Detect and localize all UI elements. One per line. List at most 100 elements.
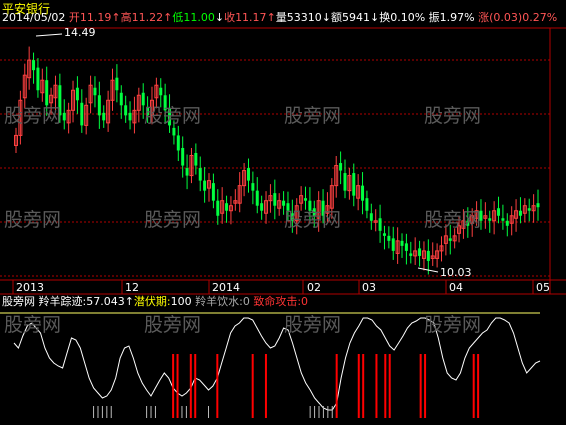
candle-body-down bbox=[203, 180, 207, 191]
watermark: 股旁网 bbox=[424, 209, 482, 231]
watermark: 股旁网 bbox=[144, 105, 202, 127]
low-price-label: 10.03 bbox=[440, 266, 472, 279]
info-bar-segment: ↑ bbox=[266, 11, 276, 24]
candle-body-down bbox=[339, 163, 343, 171]
high-marker-leader bbox=[35, 33, 63, 37]
candle-body-down bbox=[426, 250, 430, 261]
candle-body-down bbox=[119, 92, 123, 106]
candle-body-down bbox=[369, 213, 373, 221]
candle-body-down bbox=[448, 238, 452, 241]
chart-stage: 平安银行 2014/05/02 开11.19↑高11.22↑低11.00↓收11… bbox=[0, 0, 566, 425]
candle-body-down bbox=[176, 135, 180, 151]
info-bar-segment: ↓ bbox=[214, 11, 225, 24]
candle-body-down bbox=[497, 208, 501, 216]
candle-body-down bbox=[32, 60, 36, 71]
indicator-bar-segment: 57.043 bbox=[86, 295, 125, 308]
x-tick-2014: 2014 bbox=[212, 281, 240, 294]
info-bar-segment: 换 bbox=[379, 11, 391, 24]
candle-body-down bbox=[387, 235, 391, 241]
info-bar-segment: 额 bbox=[331, 11, 342, 24]
candle-body-down bbox=[128, 112, 132, 121]
indicator-bar-segment: 100 bbox=[170, 295, 192, 308]
candle-body-down bbox=[409, 253, 413, 256]
watermark: 股旁网 bbox=[144, 314, 202, 336]
candle-body-down bbox=[62, 112, 66, 121]
info-bar-segment: 低 bbox=[172, 11, 184, 24]
candle-body-down bbox=[80, 102, 84, 126]
info-bar-segment: 0.10% bbox=[390, 11, 426, 24]
candle-body-down bbox=[93, 87, 97, 96]
watermark: 股旁网 bbox=[284, 105, 342, 127]
info-bar-segment: 1.97% bbox=[439, 11, 475, 24]
candle-body-down bbox=[391, 238, 395, 251]
info-bar-segment: ↑ bbox=[111, 11, 121, 24]
candle-body-down bbox=[400, 240, 404, 246]
candle-body-down bbox=[251, 183, 255, 191]
candle-body-down bbox=[181, 147, 185, 166]
candle-body-down bbox=[343, 173, 347, 191]
x-tick-03: 03 bbox=[362, 281, 376, 294]
x-tick-04: 04 bbox=[449, 281, 463, 294]
price-info-bar: 2014/05/02 开11.19↑高11.22↑低11.00↓收11.17↑量… bbox=[2, 12, 557, 24]
indicator-bar-segment: 致命攻击: bbox=[249, 295, 302, 308]
info-bar-segment: 涨 bbox=[474, 11, 490, 24]
candle-body-down bbox=[185, 168, 189, 176]
candle-body-down bbox=[225, 203, 229, 211]
info-bar-segment: 11.22 bbox=[131, 11, 164, 24]
candle-body-down bbox=[97, 95, 101, 116]
info-bar-segment: 2014/05/02 bbox=[2, 11, 66, 24]
info-bar-segment: 5941 bbox=[342, 11, 370, 24]
candle-body-down bbox=[361, 185, 365, 201]
indicator-bar-segment: 羚羊饮水: bbox=[191, 295, 243, 308]
info-bar-segment: 0.27% bbox=[522, 11, 558, 24]
info-bar-segment: 11.19 bbox=[79, 11, 112, 24]
candle-body-down bbox=[404, 243, 408, 251]
candle-body-down bbox=[211, 183, 215, 201]
candle-body-down bbox=[172, 127, 176, 136]
info-bar-segment: 53310 bbox=[286, 11, 322, 24]
watermark: 股旁网 bbox=[284, 209, 342, 231]
watermark: 股旁网 bbox=[424, 105, 482, 127]
indicator-bar-segment: ↑ bbox=[124, 295, 134, 308]
candle-body-down bbox=[304, 198, 308, 201]
candle-body-down bbox=[115, 77, 119, 91]
candle-body-down bbox=[273, 193, 277, 206]
candle-body-down bbox=[194, 153, 198, 166]
x-tick-2013: 2013 bbox=[16, 281, 44, 294]
candle-body-down bbox=[198, 168, 202, 181]
watermark: 股旁网 bbox=[4, 314, 62, 336]
candle-body-down bbox=[418, 248, 422, 256]
candle-body-down bbox=[518, 210, 522, 216]
candle-body-down bbox=[216, 200, 220, 216]
indicator-bar-segment: 羚羊踪迹: bbox=[35, 295, 87, 308]
info-bar-segment: 高 bbox=[120, 11, 132, 24]
info-bar-segment: ↑ bbox=[163, 11, 173, 24]
info-bar-segment: ↓ bbox=[321, 11, 331, 24]
x-tick-02: 02 bbox=[307, 281, 321, 294]
indicator-bar-segment: 0 bbox=[301, 295, 309, 308]
candle-body-down bbox=[505, 220, 509, 226]
candle-body-down bbox=[527, 208, 531, 211]
info-bar-segment: 11.17 bbox=[235, 11, 267, 24]
watermark: 股旁网 bbox=[284, 314, 342, 336]
candle-body-down bbox=[260, 203, 264, 211]
candle-body-down bbox=[36, 67, 40, 91]
indicator-bar-segment: 潜伏期: bbox=[133, 295, 171, 308]
x-tick-05: 05 bbox=[536, 281, 550, 294]
candle-body-down bbox=[102, 112, 106, 121]
info-bar-segment: 开 bbox=[65, 11, 80, 24]
candle-body-down bbox=[382, 233, 386, 236]
candle-body-down bbox=[378, 218, 382, 231]
watermark: 股旁网 bbox=[424, 314, 482, 336]
info-bar-segment: (0.03) bbox=[489, 11, 523, 24]
high-price-label: 14.49 bbox=[64, 26, 96, 39]
indicator-info-bar: 股旁网 羚羊踪迹:57.043↑潜伏期:100 羚羊饮水:0 致命攻击:0 bbox=[2, 296, 308, 308]
candle-body-down bbox=[352, 173, 356, 196]
candle-body-down bbox=[365, 198, 369, 211]
watermark: 股旁网 bbox=[144, 209, 202, 231]
info-bar-segment: 量 bbox=[275, 11, 287, 24]
x-tick-12: 12 bbox=[125, 281, 139, 294]
candle-body-down bbox=[536, 203, 540, 208]
indicator-bar-segment: 0 bbox=[242, 295, 250, 308]
watermark: 股旁网 bbox=[4, 209, 62, 231]
